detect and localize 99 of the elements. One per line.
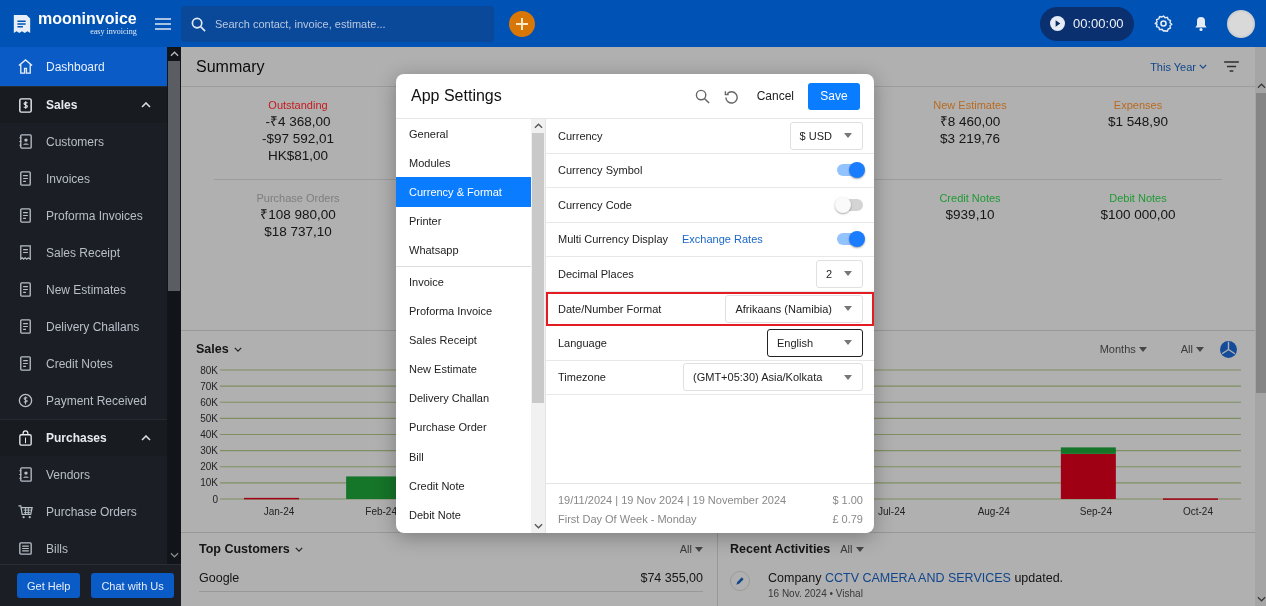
stat-label: Outstanding: [268, 99, 328, 111]
sidebar-item[interactable]: Customers: [0, 123, 167, 160]
stat-value: -₹4 368,00: [265, 113, 331, 130]
dialog-title: App Settings: [411, 87, 502, 105]
format-preview: First Day Of Week - Monday: [558, 513, 697, 525]
section-title: Summary: [196, 57, 265, 76]
filter-dropdown[interactable]: All: [1180, 343, 1204, 355]
setting-label: Language: [558, 336, 607, 349]
setting-label: Multi Currency Display: [558, 233, 669, 246]
axis-label: 30K: [200, 445, 218, 457]
axis-label: Feb-24: [365, 506, 397, 517]
exchange-rates-link[interactable]: Exchange Rates: [682, 233, 763, 246]
axis-label: 40K: [200, 429, 218, 440]
axis-label: Jan-24: [263, 506, 295, 517]
activity-text: Company CCTV CAMERA AND SERVICES updated.: [768, 571, 1064, 585]
sidebar-item[interactable]: Purchase Orders: [0, 493, 167, 530]
select-dropdown[interactable]: English: [767, 328, 863, 357]
sidebar-item[interactable]: Vendors: [0, 456, 167, 493]
stat-label: Debit Notes: [1109, 192, 1167, 204]
timer[interactable]: 00:00:00: [1040, 6, 1134, 41]
save-button[interactable]: Save: [808, 82, 860, 110]
sidebar-item[interactable]: Sales: [0, 86, 167, 123]
select-dropdown[interactable]: Afrikaans (Namibia): [725, 294, 863, 323]
sidebar-item[interactable]: Delivery Challans: [0, 308, 167, 345]
stat-value: ₹8 460,00: [939, 113, 1001, 130]
select-dropdown[interactable]: $ USD: [789, 121, 863, 150]
stat-value: $3 219,76: [939, 130, 1001, 147]
period-dropdown[interactable]: Months: [1099, 343, 1147, 355]
sidebar-item[interactable]: Proforma Invoices: [0, 197, 167, 234]
axis-label: 70K: [200, 380, 218, 392]
stat-value: $18 737,10: [264, 223, 332, 240]
setting-label: Timezone: [558, 371, 606, 384]
axis-label: Jul-24: [878, 506, 906, 517]
sidebar-item[interactable]: Invoices: [0, 160, 167, 197]
currency-preview: $ 1.00: [832, 494, 863, 506]
settings-nav-item[interactable]: Currency & Format: [396, 177, 531, 207]
filter-dropdown[interactable]: All: [840, 543, 864, 555]
axis-label: Oct-24: [1182, 506, 1213, 517]
axis-label: 20K: [200, 461, 218, 473]
select-dropdown[interactable]: (GMT+05:30) Asia/Kolkata: [683, 363, 863, 392]
panel-title-dropdown[interactable]: Top Customers: [199, 542, 303, 556]
stat-label: New Estimates: [933, 99, 1007, 111]
format-preview: 19/11/2024 | 19 Nov 2024 | 19 November 2024: [558, 494, 787, 506]
settings-nav-item[interactable]: Modules: [396, 148, 531, 178]
stat-value: $1 548,90: [1107, 113, 1169, 130]
axis-label: 60K: [200, 396, 218, 408]
select-dropdown[interactable]: 2: [815, 259, 863, 288]
sidebar-item[interactable]: Purchases: [0, 419, 167, 456]
setting-label: Date/Number Format: [558, 302, 662, 315]
axis-label: 10K: [200, 477, 218, 489]
axis-label: 80K: [200, 364, 218, 376]
cancel-button[interactable]: Cancel: [752, 85, 798, 107]
setting-label: Currency Symbol: [558, 164, 643, 177]
chat-button[interactable]: Chat with Us: [91, 573, 174, 598]
customer-amount: $74 355,00: [640, 571, 703, 585]
sidebar-item[interactable]: Dashboard: [0, 47, 167, 86]
settings-nav-item[interactable]: Purchase Order: [396, 412, 531, 443]
stat-value: -$97 592,01: [261, 130, 335, 147]
stat-value: $100 000,00: [1100, 206, 1176, 223]
settings-nav-item[interactable]: Delivery Challan: [396, 383, 531, 413]
settings-nav-item[interactable]: Invoice: [396, 266, 531, 297]
setting-label: Currency Code: [558, 198, 632, 211]
currency-preview: £ 0.79: [832, 513, 863, 525]
sidebar-item[interactable]: Bills: [0, 530, 167, 564]
settings-nav-item[interactable]: General: [396, 119, 531, 149]
settings-nav-item[interactable]: Bill: [396, 442, 531, 472]
axis-label: 0: [212, 493, 218, 505]
axis-label: Sep-24: [1079, 506, 1112, 517]
stat-value: ₹108 980,00: [260, 206, 336, 223]
logo-name: mooninvoice: [38, 11, 137, 27]
axis-label: Aug-24: [977, 506, 1010, 517]
customer-name: Google: [199, 571, 240, 585]
chart-title-dropdown[interactable]: Sales: [196, 342, 242, 356]
settings-nav-item[interactable]: Whatsapp: [396, 235, 531, 265]
stat-value: $939,10: [945, 206, 995, 223]
company-link[interactable]: CCTV CAMERA AND SERVICES: [825, 571, 1011, 585]
stat-value: HK$81,00: [267, 147, 328, 164]
sidebar-item[interactable]: Sales Receipt: [0, 234, 167, 271]
help-button[interactable]: Get Help: [17, 573, 81, 598]
logo-tagline: easy invoicing: [90, 28, 137, 36]
settings-nav-item[interactable]: Debit Note: [396, 500, 531, 530]
sidebar-item[interactable]: New Estimates: [0, 271, 167, 308]
panel-title: Recent Activities: [730, 542, 831, 556]
sidebar-item[interactable]: Credit Notes: [0, 345, 167, 382]
sidebar-item[interactable]: Payment Received: [0, 382, 167, 419]
settings-nav-item[interactable]: Credit Note: [396, 471, 531, 501]
settings-nav-item[interactable]: Sales Receipt: [396, 325, 531, 355]
search-field[interactable]: Search contact, invoice, estimate...: [181, 5, 494, 42]
settings-nav-item[interactable]: Proforma Invoice: [396, 296, 531, 326]
stat-label: Credit Notes: [939, 192, 1001, 204]
activity-meta: 16 Nov. 2024 • Vishal: [768, 588, 864, 599]
setting-label: Decimal Places: [558, 267, 634, 280]
stat-label: Expenses: [1113, 99, 1163, 111]
filter-dropdown[interactable]: All: [679, 543, 703, 555]
axis-label: 50K: [200, 412, 218, 424]
setting-label: Currency: [558, 129, 603, 142]
period-dropdown[interactable]: This Year: [1150, 60, 1207, 73]
settings-nav-item[interactable]: Printer: [396, 206, 531, 236]
settings-nav-item[interactable]: New Estimate: [396, 354, 531, 384]
